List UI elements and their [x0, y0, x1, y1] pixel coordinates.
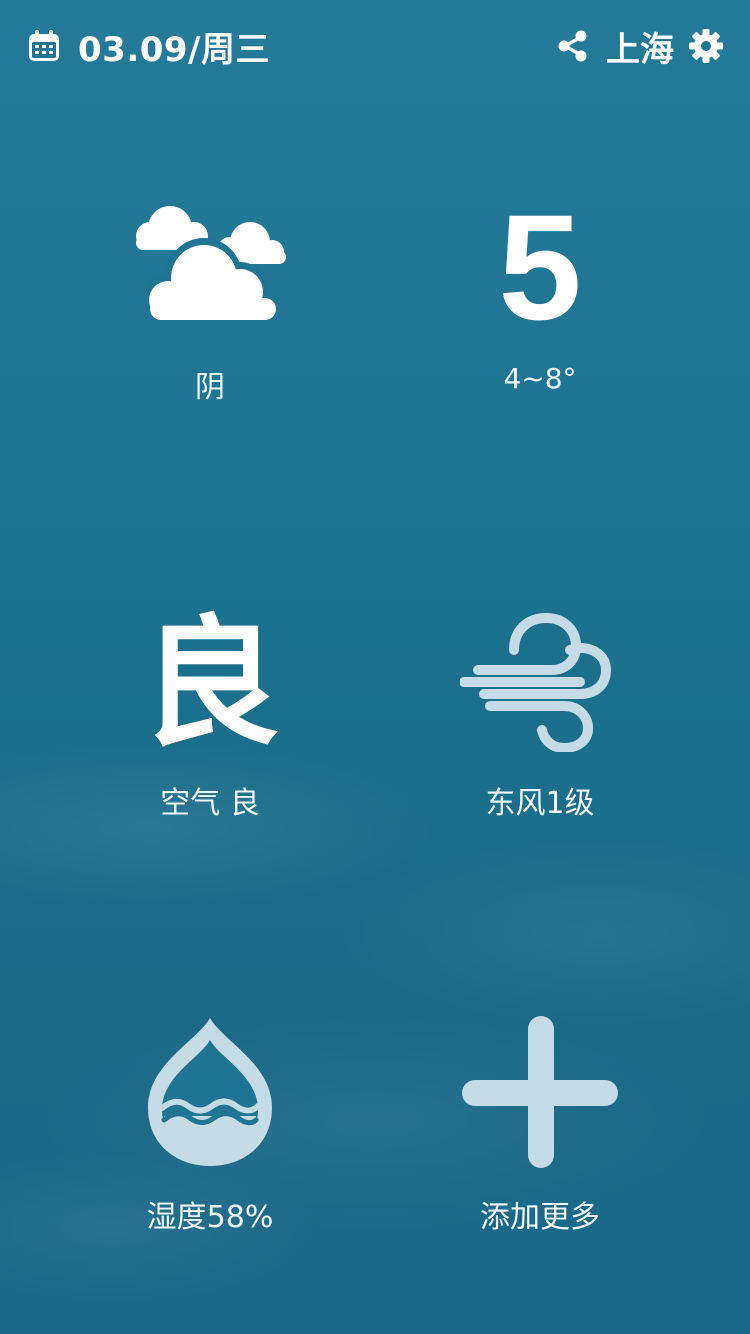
air-quality-value: 良 — [139, 603, 280, 766]
humidity-drop-icon — [148, 1018, 272, 1166]
date-picker[interactable]: 03.09/周三 — [26, 24, 270, 70]
cloudy-icon — [136, 206, 286, 322]
top-bar: 03.09/周三 上海 — [0, 0, 750, 96]
calendar-icon — [29, 30, 59, 61]
weather-condition-tile[interactable]: 阴 — [70, 190, 350, 410]
city-selector[interactable]: 上海 — [606, 22, 674, 71]
wind-label: 东风1级 — [485, 786, 595, 821]
date-label: 03.09/周三 — [78, 29, 270, 70]
share-icon[interactable] — [556, 29, 590, 63]
humidity-tile[interactable]: 湿度58% — [70, 1010, 350, 1240]
humidity-label: 湿度58% — [146, 1200, 274, 1235]
temperature-range: 4~8° — [503, 362, 577, 395]
weather-condition-label: 阴 — [195, 370, 225, 405]
temperature-tile[interactable]: 5 4~8° — [400, 190, 680, 410]
plus-icon — [462, 1016, 618, 1168]
wind-tile[interactable]: 东风1级 — [400, 600, 680, 830]
current-temperature: 5 — [498, 183, 582, 351]
air-quality-label: 空气 良 — [160, 786, 260, 821]
air-quality-tile[interactable]: 良 空气 良 — [70, 600, 350, 830]
wind-icon — [460, 612, 612, 752]
add-more-label: 添加更多 — [480, 1200, 600, 1235]
gear-icon[interactable] — [688, 28, 724, 64]
add-more-tile[interactable]: 添加更多 — [400, 1010, 680, 1240]
